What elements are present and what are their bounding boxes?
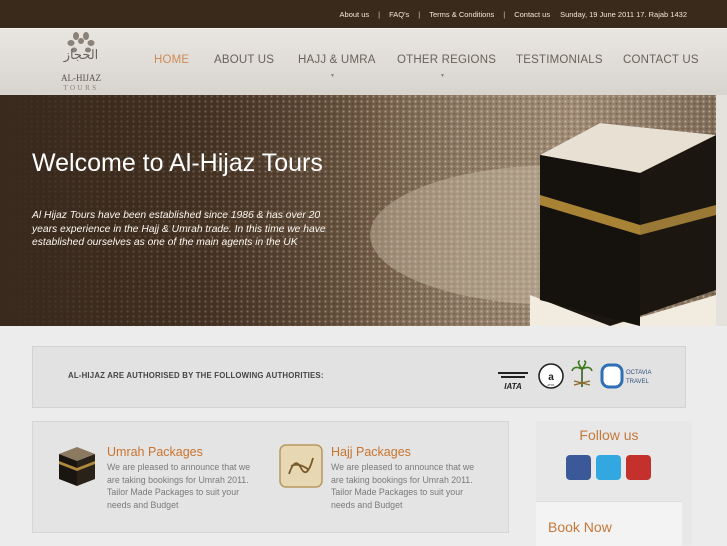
- authority-logos: IATA a ATOL OCTAVIA TRAVEL: [498, 360, 651, 391]
- svg-text:a: a: [548, 372, 554, 383]
- separator: |: [378, 9, 381, 19]
- nav-contact[interactable]: CONTACT US: [623, 54, 699, 66]
- top-link-faq[interactable]: FAQ's: [389, 10, 409, 19]
- top-link-about[interactable]: About us: [340, 10, 370, 19]
- separator: |: [503, 9, 506, 19]
- date-text: Sunday, 19 June 2011 17. Rajab 1432: [560, 9, 687, 19]
- top-bar: About us | FAQ's | Terms & Conditions | …: [0, 0, 727, 28]
- logo-name: AL-HIJAZ: [61, 73, 101, 83]
- hajj-text: We are pleased to announce that we are t…: [331, 462, 475, 511]
- iata-icon: IATA: [498, 372, 528, 391]
- chevron-down-icon[interactable]: ▼: [440, 73, 445, 79]
- hero-title: Welcome to Al-Hijaz Tours: [32, 149, 323, 177]
- palm-emblem-icon: [571, 360, 593, 387]
- nav-testimonials[interactable]: TESTIMONIALS: [516, 54, 603, 66]
- authorities-label: AL-HIJAZ ARE AUTHORISED BY THE FOLLOWING…: [68, 371, 324, 380]
- scrollbar[interactable]: [716, 95, 727, 326]
- youtube-icon[interactable]: [626, 455, 651, 480]
- social-links: [566, 455, 651, 480]
- facebook-icon[interactable]: [566, 455, 591, 480]
- hero-text: Al Hijaz Tours have been established sin…: [32, 210, 326, 249]
- iata-label: IATA: [504, 382, 522, 391]
- sidebar: Follow us Book Now: [536, 421, 692, 546]
- authorities-bar: AL-HIJAZ ARE AUTHORISED BY THE FOLLOWING…: [32, 346, 686, 408]
- atol-icon: a ATOL: [538, 363, 564, 389]
- book-now-label[interactable]: Book Now: [548, 519, 612, 535]
- nav-about[interactable]: ABOUT US: [214, 54, 274, 66]
- chevron-down-icon[interactable]: ▼: [330, 73, 335, 79]
- nav-other-regions[interactable]: OTHER REGIONS: [397, 54, 496, 66]
- site-logo[interactable]: الحجاز AL-HIJAZ TOURS: [52, 30, 110, 92]
- packages-panel: Umrah Packages We are pleased to announc…: [32, 421, 509, 533]
- twitter-icon[interactable]: [596, 455, 621, 480]
- calligraphy-icon: [279, 444, 323, 488]
- kaaba-icon: [59, 447, 95, 486]
- octavia-label: OCTAVIA: [626, 370, 651, 376]
- top-link-contact[interactable]: Contact us: [514, 10, 550, 19]
- top-links: About us | FAQ's | Terms & Conditions | …: [340, 0, 687, 28]
- logo-tagline: TOURS: [63, 84, 98, 92]
- logo-arabic: الحجاز: [63, 48, 99, 63]
- umrah-text: We are pleased to announce that we are t…: [107, 462, 251, 511]
- travel-label: TRAVEL: [626, 379, 650, 385]
- book-now-box[interactable]: Book Now: [536, 501, 682, 546]
- umrah-title[interactable]: Umrah Packages: [107, 445, 203, 459]
- hero-banner: Welcome to Al-Hijaz Tours Al Hijaz Tours…: [0, 95, 716, 326]
- hajj-title[interactable]: Hajj Packages: [331, 445, 411, 459]
- atol-label: ATOL: [547, 383, 555, 387]
- top-link-terms[interactable]: Terms & Conditions: [429, 10, 494, 19]
- nav-home[interactable]: HOME: [154, 54, 189, 66]
- nav-hajj-umra[interactable]: HAJJ & UMRA: [298, 54, 376, 66]
- follow-us-heading: Follow us: [579, 427, 639, 443]
- octavia-travel-icon: OCTAVIA TRAVEL: [600, 363, 651, 389]
- separator: |: [418, 9, 421, 19]
